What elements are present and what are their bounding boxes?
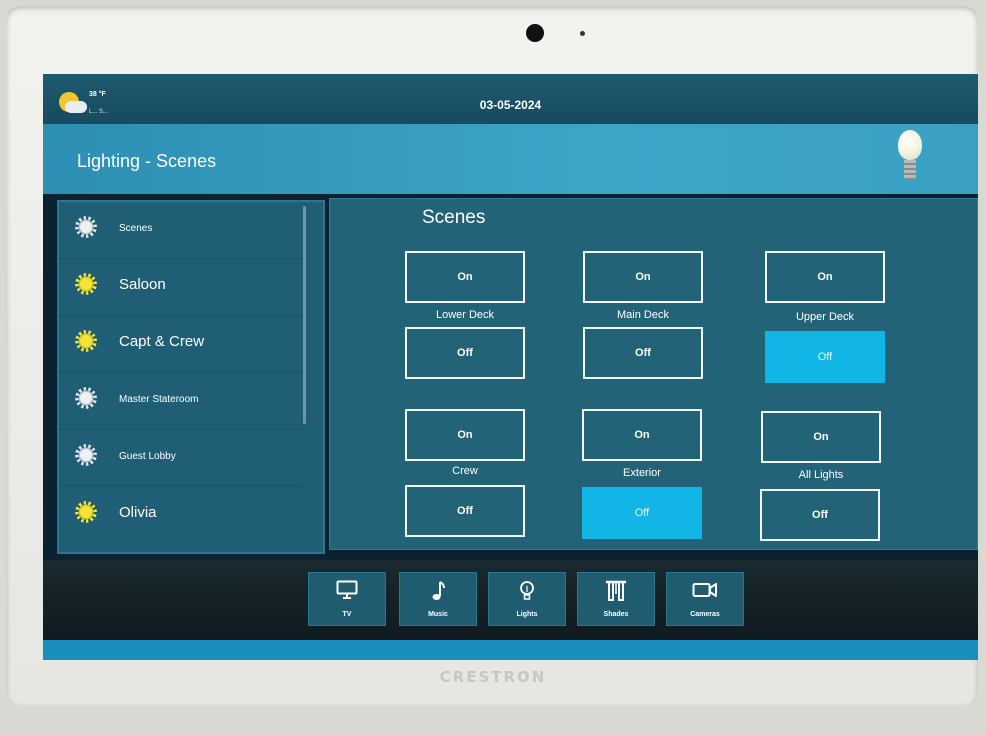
shades-icon bbox=[578, 580, 654, 607]
main-deck-off-button[interactable]: Off bbox=[583, 327, 703, 379]
light-bulb-icon bbox=[489, 580, 565, 607]
all-lights-label: All Lights bbox=[798, 469, 844, 481]
light-off-icon bbox=[75, 216, 97, 238]
page-title: Lighting - Scenes bbox=[77, 151, 217, 171]
nav-lights-button[interactable]: Lights bbox=[488, 572, 566, 626]
crew-label: Crew bbox=[452, 465, 478, 477]
light-on-icon bbox=[75, 273, 97, 295]
all-lights-on-button[interactable]: On bbox=[761, 411, 881, 463]
nav-tv-button[interactable]: TV bbox=[308, 572, 386, 626]
nav-music-button[interactable]: Music bbox=[399, 572, 477, 626]
sidebar-item-label: Olivia bbox=[119, 504, 157, 521]
upper-deck-label: Upper Deck bbox=[795, 311, 855, 323]
nav-cameras-button[interactable]: Cameras bbox=[666, 572, 744, 626]
brand-logo: CRESTRON bbox=[439, 668, 547, 686]
upper-deck-off-button[interactable]: Off bbox=[765, 331, 885, 383]
sidebar-item-label: Saloon bbox=[119, 276, 166, 293]
exterior-label: Exterior bbox=[623, 467, 661, 479]
nav-label: Music bbox=[428, 611, 448, 618]
room-list: Scenes Saloon Capt & Crew Master Statero… bbox=[57, 200, 325, 554]
exterior-on-button[interactable]: On bbox=[582, 409, 702, 461]
temperature: 38 °F bbox=[89, 91, 106, 98]
light-off-icon bbox=[75, 444, 97, 466]
sidebar-item-capt-crew[interactable]: Capt & Crew bbox=[59, 316, 303, 373]
light-bulb-icon bbox=[895, 130, 925, 186]
sidebar-item-saloon[interactable]: Saloon bbox=[59, 259, 303, 316]
light-on-icon bbox=[75, 501, 97, 523]
scrollbar-thumb[interactable] bbox=[303, 206, 306, 424]
main-deck-on-button[interactable]: On bbox=[583, 251, 703, 303]
sidebar-item-scenes[interactable]: Scenes bbox=[59, 202, 303, 259]
nav-shades-button[interactable]: Shades bbox=[577, 572, 655, 626]
lower-deck-on-button[interactable]: On bbox=[405, 251, 525, 303]
nav-label: Lights bbox=[516, 611, 538, 618]
upper-deck-on-button[interactable]: On bbox=[765, 251, 885, 303]
sidebar-item-label: Capt & Crew bbox=[119, 333, 205, 350]
lower-deck-off-button[interactable]: Off bbox=[405, 327, 525, 379]
sidebar-item-label: Master Stateroom bbox=[119, 394, 199, 405]
bottom-nav: TV Music Lights Shades Cameras bbox=[43, 560, 978, 640]
sidebar-item-label: Guest Lobby bbox=[119, 451, 176, 462]
camera-lens-icon bbox=[526, 24, 544, 42]
light-off-icon bbox=[75, 387, 97, 409]
date-display: 03-05-2024 bbox=[479, 98, 542, 112]
sensor-dot bbox=[580, 31, 585, 36]
scenes-panel: Scenes On Lower Deck Off On Main Deck Of… bbox=[329, 198, 978, 550]
camera-icon bbox=[667, 580, 743, 605]
all-lights-off-button[interactable]: Off bbox=[760, 489, 880, 541]
main-deck-label: Main Deck bbox=[617, 309, 669, 321]
panel-title: Scenes bbox=[422, 207, 486, 228]
nav-label: Cameras bbox=[690, 611, 720, 618]
light-on-icon bbox=[75, 330, 97, 352]
sidebar-item-label: Scenes bbox=[119, 223, 153, 234]
sidebar-item-guest-lobby[interactable]: Guest Lobby bbox=[59, 430, 303, 487]
sidebar-item-master-stateroom[interactable]: Master Stateroom bbox=[59, 373, 303, 430]
music-note-icon bbox=[400, 580, 476, 607]
nav-label: TV bbox=[342, 611, 352, 618]
sidebar-scrollbar[interactable] bbox=[303, 206, 306, 424]
page-header: Lighting - Scenes bbox=[43, 124, 978, 194]
exterior-off-button[interactable]: Off bbox=[582, 487, 702, 539]
tv-icon bbox=[309, 580, 385, 605]
status-bar: 38 °F L... S... 03-05-2024 bbox=[43, 74, 978, 125]
crew-off-button[interactable]: Off bbox=[405, 485, 525, 537]
bottom-strip bbox=[43, 640, 978, 660]
touch-screen: 38 °F L... S... 03-05-2024 Lighting - Sc… bbox=[43, 74, 978, 660]
lower-deck-label: Lower Deck bbox=[435, 309, 495, 321]
sidebar-item-olivia[interactable]: Olivia bbox=[59, 487, 303, 543]
nav-label: Shades bbox=[603, 611, 629, 618]
crew-on-button[interactable]: On bbox=[405, 409, 525, 461]
